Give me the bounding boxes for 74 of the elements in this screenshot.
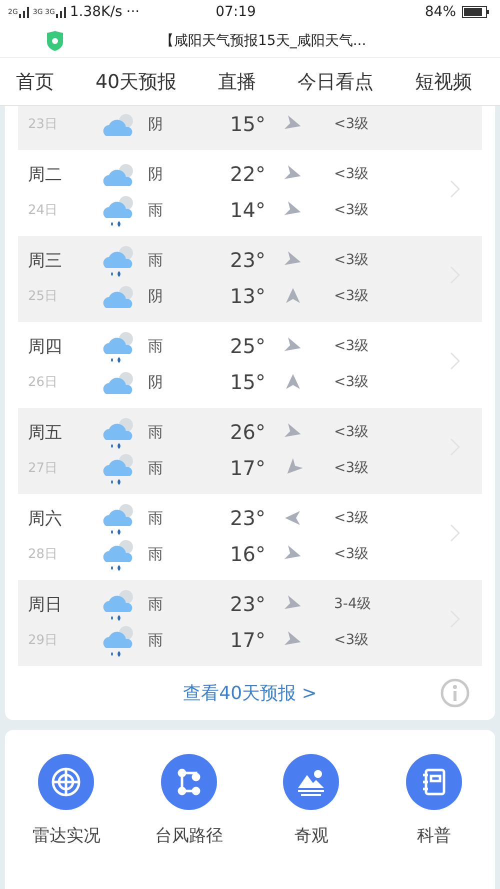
wind-level: <3级 (334, 337, 369, 355)
wind-arrow-icon (284, 287, 302, 305)
wind-level: <3级 (334, 545, 369, 563)
wind-level: <3级 (334, 509, 369, 527)
condition-text: 阴 (147, 164, 164, 184)
nav-tab[interactable]: 直播 (218, 68, 256, 94)
condition-text: 雨 (147, 594, 164, 614)
battery-percent: 84% (424, 4, 456, 20)
wind-level: <3级 (334, 459, 369, 477)
temperature: 17° (229, 456, 266, 480)
temperature: 23° (229, 592, 266, 616)
forecast-40-day-link[interactable]: 查看40天预报 > (183, 681, 317, 705)
date-label: 28日 (27, 546, 59, 563)
weekday-label: 周日 (27, 594, 63, 616)
weekday-label: 周三 (27, 250, 63, 272)
wind-level: <3级 (334, 251, 369, 269)
condition-text: 雨 (147, 458, 164, 478)
date-label: 24日 (27, 202, 59, 219)
temperature: 17° (229, 628, 266, 652)
nav-tab[interactable]: 40天预报 (95, 68, 177, 94)
condition-text: 阴 (147, 286, 164, 306)
network-speed: 1.38K/s (70, 4, 122, 20)
weekday-label: 周五 (27, 422, 63, 444)
page-title: 【咸阳天气预报15天_咸阳天气... (160, 32, 366, 50)
wind-level: <3级 (334, 115, 369, 133)
tool-label: 台风路径 (154, 825, 223, 847)
condition-text: 雨 (147, 336, 164, 356)
temperature: 23° (229, 506, 266, 530)
condition-text: 雨 (147, 422, 164, 442)
tool-label: 奇观 (294, 825, 328, 847)
condition-text: 雨 (147, 630, 164, 650)
clock: 07:19 (216, 4, 256, 20)
tool-label: 科普 (416, 825, 451, 847)
condition-text: 雨 (147, 508, 164, 528)
signal-icon (18, 6, 30, 18)
wind-level: <3级 (334, 373, 369, 391)
temperature: 13° (229, 284, 266, 308)
temperature: 14° (229, 198, 266, 222)
condition-text: 雨 (147, 544, 164, 564)
temperature: 25° (229, 334, 266, 358)
condition-text: 雨 (147, 250, 164, 270)
wind-level: <3级 (334, 631, 369, 649)
weekday-label: 周六 (27, 508, 63, 530)
nav-tab[interactable]: 今日看点 (298, 68, 374, 94)
condition-text: 阴 (147, 372, 164, 392)
temperature: 15° (229, 112, 266, 136)
temperature: 16° (229, 542, 266, 566)
tool-label: 雷达实况 (32, 825, 100, 847)
wind-level: <3级 (334, 165, 369, 183)
wind-level: <3级 (334, 423, 369, 441)
temperature: 22° (229, 162, 266, 186)
wind-level: 3-4级 (334, 595, 371, 613)
more-indicator: ··· (126, 4, 140, 20)
temperature: 23° (229, 248, 266, 272)
wind-arrow-icon (284, 373, 302, 391)
condition-text: 雨 (147, 200, 164, 220)
signal-icon (54, 6, 67, 18)
wind-level: <3级 (334, 287, 369, 305)
condition-text: 阴 (147, 114, 164, 134)
chevron-icon (450, 180, 460, 198)
temperature: 15° (229, 370, 266, 394)
wind-level: <3级 (334, 201, 369, 219)
weekday-label: 周二 (27, 164, 63, 186)
radar-icon (50, 766, 82, 798)
wind-arrow-icon (284, 509, 302, 527)
shield-icon (46, 30, 64, 50)
weekday-label: 周四 (27, 336, 63, 358)
temperature: 26° (229, 420, 266, 444)
chevron-icon (450, 524, 460, 542)
date-label: 26日 (27, 374, 59, 391)
nav-tab[interactable]: 短视频 (415, 68, 472, 94)
chevron-icon (450, 352, 460, 370)
battery-icon (462, 6, 490, 18)
nav-tab[interactable]: 首页 (16, 68, 54, 94)
